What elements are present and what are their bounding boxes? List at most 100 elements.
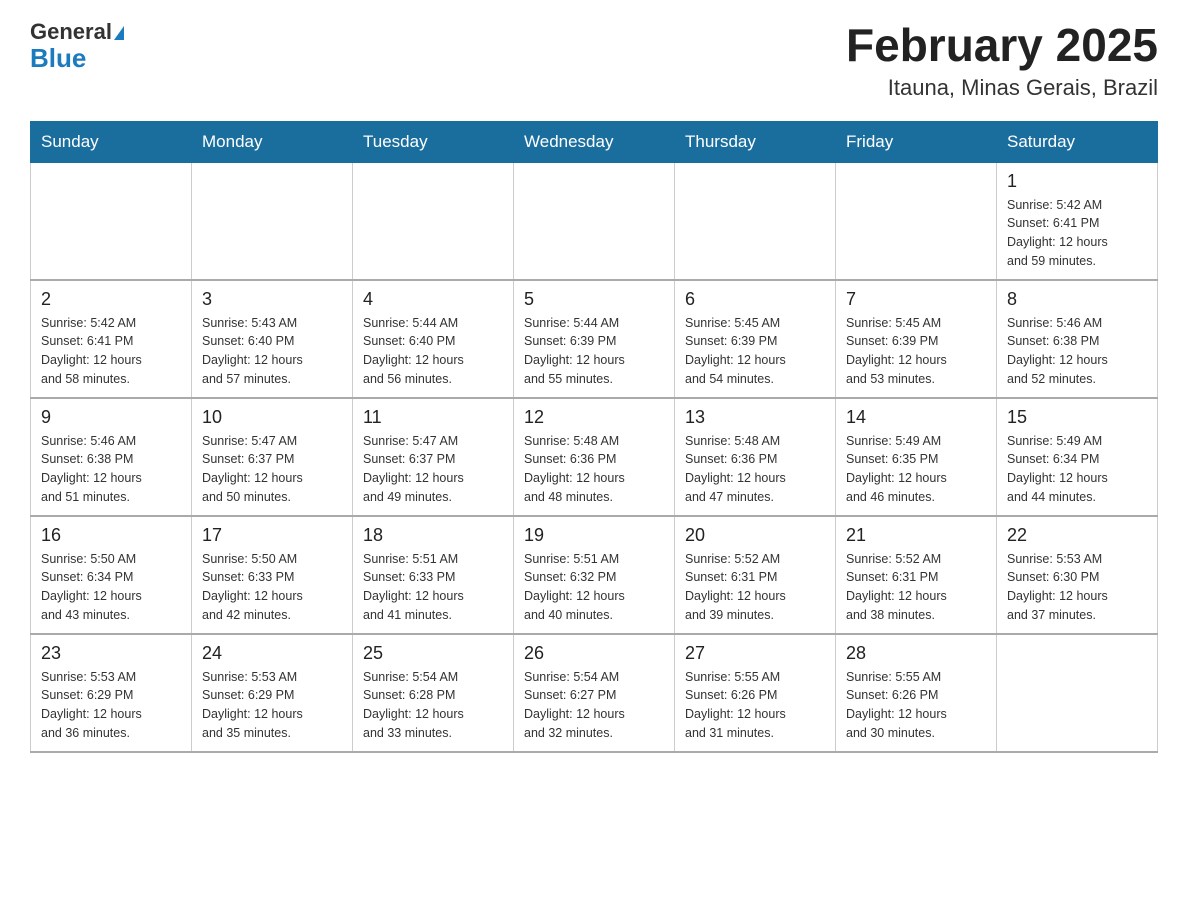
logo-blue: Blue [30,43,86,73]
calendar-cell: 19 Sunrise: 5:51 AM Sunset: 6:32 PM Dayli… [514,516,675,634]
day-number: 26 [524,643,664,664]
day-info: Sunrise: 5:51 AM Sunset: 6:32 PM Dayligh… [524,550,664,625]
day-info: Sunrise: 5:53 AM Sunset: 6:29 PM Dayligh… [202,668,342,743]
calendar-cell: 27Sunrise: 5:55 AM Sunset: 6:26 PM Dayli… [675,634,836,752]
calendar-cell [192,162,353,280]
day-number: 19 [524,525,664,546]
calendar-cell: 28Sunrise: 5:55 AM Sunset: 6:26 PM Dayli… [836,634,997,752]
calendar-cell: 26Sunrise: 5:54 AM Sunset: 6:27 PM Dayli… [514,634,675,752]
day-number: 18 [363,525,503,546]
day-info: Sunrise: 5:44 AM Sunset: 6:39 PM Dayligh… [524,314,664,389]
calendar-cell: 11Sunrise: 5:47 AM Sunset: 6:37 PM Dayli… [353,398,514,516]
day-info: Sunrise: 5:46 AM Sunset: 6:38 PM Dayligh… [41,432,181,507]
day-info: Sunrise: 5:45 AM Sunset: 6:39 PM Dayligh… [846,314,986,389]
day-info: Sunrise: 5:53 AM Sunset: 6:29 PM Dayligh… [41,668,181,743]
calendar-cell [997,634,1158,752]
day-number: 11 [363,407,503,428]
day-info: Sunrise: 5:47 AM Sunset: 6:37 PM Dayligh… [202,432,342,507]
day-info: Sunrise: 5:42 AM Sunset: 6:41 PM Dayligh… [1007,196,1147,271]
calendar-cell: 6 Sunrise: 5:45 AM Sunset: 6:39 PM Daylig… [675,280,836,398]
calendar-week-5: 23 Sunrise: 5:53 AM Sunset: 6:29 PM Dayli… [31,634,1158,752]
day-header-saturday: Saturday [997,121,1158,162]
day-header-thursday: Thursday [675,121,836,162]
day-number: 3 [202,289,342,310]
calendar-cell: 5 Sunrise: 5:44 AM Sunset: 6:39 PM Daylig… [514,280,675,398]
calendar-cell: 22 Sunrise: 5:53 AM Sunset: 6:30 PM Dayli… [997,516,1158,634]
day-info: Sunrise: 5:48 AM Sunset: 6:36 PM Dayligh… [685,432,825,507]
calendar-cell [675,162,836,280]
calendar-cell: 17 Sunrise: 5:50 AM Sunset: 6:33 PM Dayli… [192,516,353,634]
calendar-cell [836,162,997,280]
day-info: Sunrise: 5:52 AM Sunset: 6:31 PM Dayligh… [846,550,986,625]
day-number: 2 [41,289,181,310]
day-header-monday: Monday [192,121,353,162]
day-number: 6 [685,289,825,310]
calendar-table: SundayMondayTuesdayWednesdayThursdayFrid… [30,121,1158,753]
day-info: Sunrise: 5:46 AM Sunset: 6:38 PM Dayligh… [1007,314,1147,389]
day-info: Sunrise: 5:49 AM Sunset: 6:35 PM Dayligh… [846,432,986,507]
day-info: Sunrise: 5:53 AM Sunset: 6:30 PM Dayligh… [1007,550,1147,625]
day-info: Sunrise: 5:45 AM Sunset: 6:39 PM Dayligh… [685,314,825,389]
day-info: Sunrise: 5:43 AM Sunset: 6:40 PM Dayligh… [202,314,342,389]
title-area: February 2025 Itauna, Minas Gerais, Braz… [846,20,1158,101]
calendar-week-2: 2Sunrise: 5:42 AM Sunset: 6:41 PM Daylig… [31,280,1158,398]
day-number: 1 [1007,171,1147,192]
calendar-cell [353,162,514,280]
calendar-week-3: 9 Sunrise: 5:46 AM Sunset: 6:38 PM Daylig… [31,398,1158,516]
logo-triangle [114,26,124,40]
calendar-cell: 12 Sunrise: 5:48 AM Sunset: 6:36 PM Dayli… [514,398,675,516]
calendar-cell: 4 Sunrise: 5:44 AM Sunset: 6:40 PM Daylig… [353,280,514,398]
day-number: 20 [685,525,825,546]
day-number: 5 [524,289,664,310]
day-info: Sunrise: 5:51 AM Sunset: 6:33 PM Dayligh… [363,550,503,625]
day-info: Sunrise: 5:44 AM Sunset: 6:40 PM Dayligh… [363,314,503,389]
day-number: 13 [685,407,825,428]
calendar-week-1: 1 Sunrise: 5:42 AM Sunset: 6:41 PM Daylig… [31,162,1158,280]
day-header-sunday: Sunday [31,121,192,162]
day-number: 8 [1007,289,1147,310]
calendar-cell: 25 Sunrise: 5:54 AM Sunset: 6:28 PM Dayli… [353,634,514,752]
day-info: Sunrise: 5:55 AM Sunset: 6:26 PM Dayligh… [685,668,825,743]
calendar-cell: 20Sunrise: 5:52 AM Sunset: 6:31 PM Dayli… [675,516,836,634]
day-number: 22 [1007,525,1147,546]
day-number: 23 [41,643,181,664]
calendar-week-4: 16Sunrise: 5:50 AM Sunset: 6:34 PM Dayli… [31,516,1158,634]
calendar-cell: 24 Sunrise: 5:53 AM Sunset: 6:29 PM Dayli… [192,634,353,752]
page-title: February 2025 [846,20,1158,71]
calendar-cell: 8 Sunrise: 5:46 AM Sunset: 6:38 PM Daylig… [997,280,1158,398]
day-header-friday: Friday [836,121,997,162]
calendar-header-row: SundayMondayTuesdayWednesdayThursdayFrid… [31,121,1158,162]
calendar-cell: 18 Sunrise: 5:51 AM Sunset: 6:33 PM Dayli… [353,516,514,634]
calendar-cell: 3 Sunrise: 5:43 AM Sunset: 6:40 PM Daylig… [192,280,353,398]
day-info: Sunrise: 5:54 AM Sunset: 6:28 PM Dayligh… [363,668,503,743]
day-number: 14 [846,407,986,428]
day-info: Sunrise: 5:50 AM Sunset: 6:33 PM Dayligh… [202,550,342,625]
logo-general: General [30,19,112,44]
day-header-wednesday: Wednesday [514,121,675,162]
calendar-cell [31,162,192,280]
page-subtitle: Itauna, Minas Gerais, Brazil [846,75,1158,101]
calendar-cell [514,162,675,280]
calendar-cell: 10 Sunrise: 5:47 AM Sunset: 6:37 PM Dayli… [192,398,353,516]
day-number: 4 [363,289,503,310]
day-info: Sunrise: 5:48 AM Sunset: 6:36 PM Dayligh… [524,432,664,507]
day-number: 17 [202,525,342,546]
day-header-tuesday: Tuesday [353,121,514,162]
calendar-cell: 14 Sunrise: 5:49 AM Sunset: 6:35 PM Dayli… [836,398,997,516]
day-number: 10 [202,407,342,428]
day-info: Sunrise: 5:49 AM Sunset: 6:34 PM Dayligh… [1007,432,1147,507]
page-header: General Blue February 2025 Itauna, Minas… [30,20,1158,101]
calendar-cell: 21 Sunrise: 5:52 AM Sunset: 6:31 PM Dayli… [836,516,997,634]
day-number: 21 [846,525,986,546]
day-number: 12 [524,407,664,428]
calendar-cell: 9 Sunrise: 5:46 AM Sunset: 6:38 PM Daylig… [31,398,192,516]
day-number: 25 [363,643,503,664]
calendar-cell: 1 Sunrise: 5:42 AM Sunset: 6:41 PM Daylig… [997,162,1158,280]
logo: General Blue [30,20,124,73]
day-number: 15 [1007,407,1147,428]
calendar-cell: 7Sunrise: 5:45 AM Sunset: 6:39 PM Daylig… [836,280,997,398]
day-number: 16 [41,525,181,546]
day-number: 9 [41,407,181,428]
day-number: 24 [202,643,342,664]
calendar-cell: 16Sunrise: 5:50 AM Sunset: 6:34 PM Dayli… [31,516,192,634]
